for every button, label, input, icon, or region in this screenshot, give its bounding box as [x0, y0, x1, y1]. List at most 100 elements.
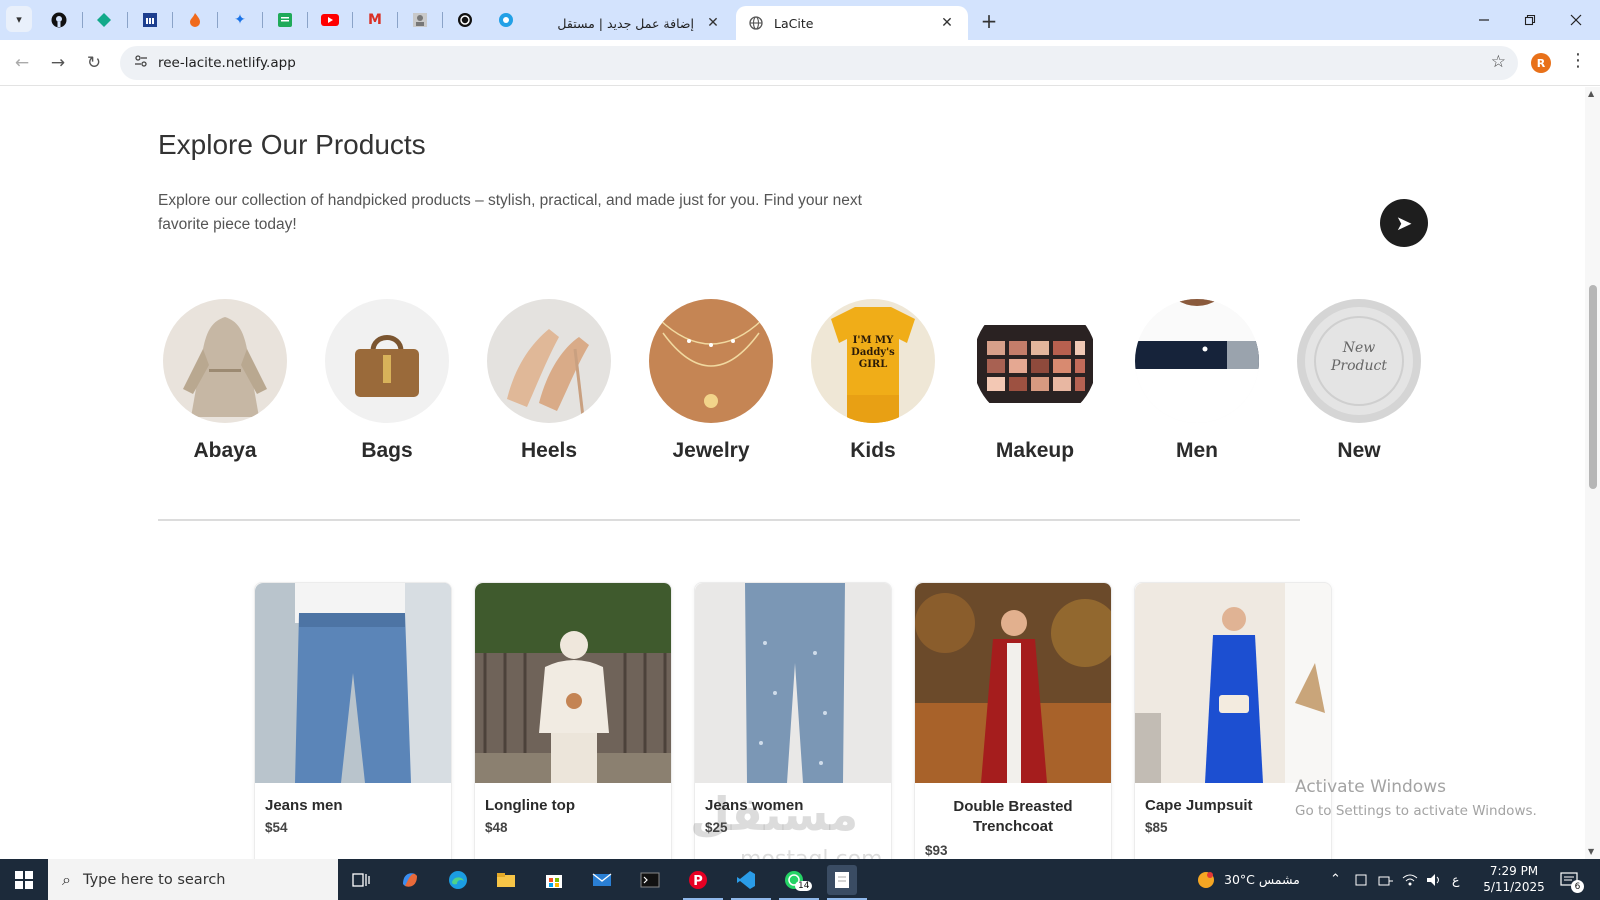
- category-label: Makeup: [995, 439, 1075, 462]
- notification-count: 6: [1571, 880, 1584, 893]
- category-kids[interactable]: I'M MY Daddy's GIRL Kids: [811, 299, 935, 463]
- windows-taskbar: ⌕ Type here to search P 14 30°C مشمس ⌃ ع…: [0, 859, 1600, 900]
- notepad-icon[interactable]: [827, 865, 857, 895]
- category-jewelry[interactable]: Jewelry: [649, 299, 773, 463]
- pin-separator: [442, 12, 443, 28]
- pin-separator: [352, 12, 353, 28]
- product-price: $93: [925, 843, 948, 858]
- back-icon[interactable]: ←: [8, 49, 36, 77]
- diamond-icon[interactable]: [92, 8, 116, 32]
- pin-separator: [127, 12, 128, 28]
- category-abaya[interactable]: Abaya: [163, 299, 287, 463]
- category-label: Men: [1176, 439, 1218, 462]
- product-name: Longline top: [485, 797, 575, 814]
- svg-text:P: P: [693, 874, 703, 889]
- input-language[interactable]: ع: [1452, 859, 1459, 900]
- tab-title: LaCite: [774, 15, 814, 31]
- forward-icon[interactable]: →: [44, 49, 72, 77]
- avatar-icon[interactable]: [408, 8, 432, 32]
- taskbar-search-input[interactable]: ⌕ Type here to search: [48, 859, 338, 900]
- product-image: [1135, 583, 1331, 783]
- github-icon[interactable]: [47, 8, 71, 32]
- more-menu-icon[interactable]: ⋮: [1568, 50, 1588, 71]
- product-price: $54: [265, 820, 288, 835]
- address-bar[interactable]: ree-lacite.netlify.app ☆: [120, 46, 1518, 80]
- network-icon[interactable]: [1378, 859, 1394, 900]
- activate-windows-title: Activate Windows: [1295, 777, 1446, 797]
- scroll-down-icon[interactable]: ▼: [1588, 847, 1594, 856]
- pinterest-icon[interactable]: P: [683, 865, 713, 895]
- whatsapp-badge: 14: [795, 881, 813, 891]
- file-explorer-icon[interactable]: [491, 865, 521, 895]
- url-text[interactable]: ree-lacite.netlify.app: [158, 55, 296, 71]
- fire-icon[interactable]: [183, 8, 207, 32]
- sheets-icon[interactable]: [273, 8, 297, 32]
- category-new[interactable]: New Product New: [1297, 299, 1421, 463]
- copilot-icon[interactable]: [395, 865, 425, 895]
- close-tab-icon[interactable]: ✕: [704, 15, 722, 31]
- site-info-icon[interactable]: [128, 54, 154, 72]
- microsoft-store-icon[interactable]: [539, 865, 569, 895]
- category-image: [487, 299, 611, 423]
- task-view-icon[interactable]: [346, 865, 376, 895]
- sparkle-icon[interactable]: ✦: [228, 8, 252, 32]
- next-arrow-button[interactable]: ➤: [1380, 199, 1428, 247]
- clock-time: 7:29 PM: [1489, 864, 1539, 878]
- reload-icon[interactable]: ↻: [80, 49, 108, 77]
- product-card[interactable]: Longline top $48: [474, 582, 672, 859]
- category-men[interactable]: Men: [1135, 299, 1259, 463]
- product-card[interactable]: Jeans men $54: [254, 582, 452, 859]
- product-name: Double Breasted Trenchcoat: [953, 798, 1073, 835]
- category-label: New: [1337, 439, 1381, 462]
- system-clock[interactable]: 7:29 PM 5/11/2025: [1474, 863, 1554, 895]
- scroll-thumb[interactable]: [1589, 285, 1597, 489]
- circle-app-icon[interactable]: [494, 8, 518, 32]
- category-label: Bags: [361, 439, 413, 462]
- product-image: [255, 583, 451, 783]
- show-hidden-icons[interactable]: ⌃: [1330, 859, 1341, 900]
- tab-mostaql[interactable]: إضافة عمل جديد | مستقل ✕: [524, 6, 734, 40]
- minimize-icon[interactable]: [1462, 6, 1506, 34]
- profile-avatar[interactable]: R: [1531, 53, 1551, 73]
- edge-icon[interactable]: [443, 865, 473, 895]
- tab-search-dropdown-icon[interactable]: ▾: [6, 6, 32, 32]
- youtube-icon[interactable]: [318, 8, 342, 32]
- bookmark-star-icon[interactable]: ☆: [1491, 52, 1506, 72]
- close-tab-icon[interactable]: ✕: [938, 15, 956, 31]
- activate-windows-subtitle: Go to Settings to activate Windows.: [1295, 803, 1537, 819]
- product-card[interactable]: Double Breasted Trenchcoat $93: [914, 582, 1112, 859]
- page-scrollbar[interactable]: ▲ ▼: [1585, 87, 1600, 859]
- gmail-icon[interactable]: M: [363, 8, 387, 32]
- scroll-up-icon[interactable]: ▲: [1588, 89, 1594, 98]
- volume-icon[interactable]: [1426, 859, 1442, 900]
- category-bags[interactable]: Bags: [325, 299, 449, 463]
- mail-icon[interactable]: [587, 865, 617, 895]
- weather-text: 30°C مشمس: [1224, 872, 1300, 887]
- bank-icon[interactable]: [138, 8, 162, 32]
- meet-now-icon[interactable]: [1354, 859, 1368, 900]
- category-heels[interactable]: Heels: [487, 299, 611, 463]
- wifi-icon[interactable]: [1402, 859, 1418, 900]
- terminal-icon[interactable]: [635, 865, 665, 895]
- whatsapp-icon[interactable]: 14: [779, 865, 813, 895]
- notification-center-icon[interactable]: 6: [1556, 867, 1584, 893]
- category-image: [1135, 299, 1259, 423]
- restore-icon[interactable]: [1508, 6, 1552, 34]
- product-price: $48: [485, 820, 508, 835]
- tab-lacite[interactable]: LaCite ✕: [736, 6, 968, 40]
- pin-separator: [397, 12, 398, 28]
- category-makeup[interactable]: Makeup: [973, 299, 1097, 463]
- category-label: Heels: [520, 439, 578, 462]
- weather-widget[interactable]: 30°C مشمس: [1196, 859, 1300, 900]
- vscode-icon[interactable]: [731, 865, 761, 895]
- pin-separator: [172, 12, 173, 28]
- taskbar-search-placeholder: Type here to search: [82, 871, 226, 888]
- openai-icon[interactable]: [453, 8, 477, 32]
- category-label: Kids: [850, 439, 896, 462]
- category-image: I'M MY Daddy's GIRL: [811, 299, 935, 423]
- category-label: Abaya: [193, 439, 257, 462]
- windows-start-icon[interactable]: [0, 859, 48, 900]
- activate-windows-notice: Activate Windows Go to Settings to activ…: [1295, 777, 1537, 819]
- window-close-icon[interactable]: [1554, 6, 1598, 34]
- new-tab-icon[interactable]: +: [976, 8, 1002, 34]
